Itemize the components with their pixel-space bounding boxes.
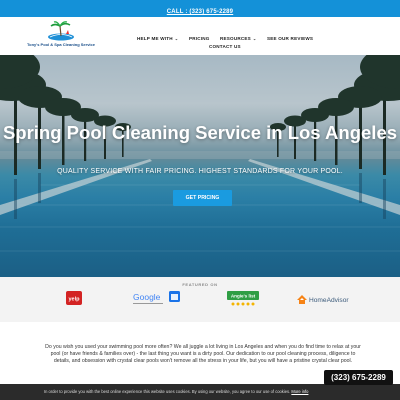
nav-label: HELP ME WITH [137,36,173,41]
nav-label: SEE OUR REVIEWS [267,36,314,41]
google-my-business-icon: Google [133,291,180,304]
site-logo[interactable]: Tony's Pool & Spa Cleaning Service [18,21,104,53]
chevron-down-icon: ⌄ [174,36,179,41]
call-bar: CALL : (323) 675-2289 [0,0,400,17]
nav-help-me-with[interactable]: HELP ME WITH ⌄ [137,36,178,41]
get-pricing-button[interactable]: GET PRICING [173,190,232,206]
nav-see-our-reviews[interactable]: SEE OUR REVIEWS [267,36,313,41]
homeadvisor-wordmark: HomeAdvisor [309,297,349,304]
floating-phone-button[interactable]: (323) 675-2289 [324,370,393,385]
cookie-text: In order to provide you with the best on… [44,389,291,394]
nav-label: RESOURCES [220,36,251,41]
intro-paragraph: Do you wish you used your swimming pool … [45,344,361,364]
featured-on-label: FEATURED ON [182,282,218,287]
google-wordmark: Google [133,292,161,302]
yelp-logo[interactable]: yelp [66,291,82,305]
nav-label: CONTACT US [209,44,241,49]
angies-list-logo[interactable]: Angie's list [227,290,259,308]
page: CALL : (323) 675-2289 Tony's Pool & Spa … [0,0,400,400]
cookie-more-info-link[interactable]: More info [291,389,308,394]
homeadvisor-icon: HomeAdvisor [297,295,349,304]
featured-on-section: FEATURED ON yelp Google Angie's list Hom… [0,277,400,322]
angies-list-wordmark: Angie's list [231,294,256,299]
nav-contact-us[interactable]: CONTACT US [209,44,241,49]
nav-pricing[interactable]: PRICING [189,36,210,41]
chevron-down-icon: ⌄ [252,36,257,41]
yelp-wordmark: yelp [68,297,80,303]
cookie-bar: In order to provide you with the best on… [0,384,400,400]
cookie-message: In order to provide you with the best on… [44,384,308,400]
hero-title: Spring Pool Cleaning Service in Los Ange… [2,122,398,143]
nav-resources[interactable]: RESOURCES ⌄ [220,36,256,41]
main-nav: HELP ME WITH ⌄ PRICING RESOURCES ⌄ SEE OUR… [128,35,328,55]
yelp-icon: yelp [66,291,82,305]
call-link[interactable]: CALL : (323) 675-2289 [167,9,233,15]
hero-section: Spring Pool Cleaning Service in Los Ange… [0,55,400,277]
angies-list-icon: Angie's list [227,291,259,306]
palm-tree-logo-icon [48,21,74,41]
logo-text: Tony's Pool & Spa Cleaning Service [26,42,95,47]
nav-label: PRICING [189,36,210,41]
hero-subtitle: QUALITY SERVICE WITH FAIR PRICING. HIGHE… [57,168,343,175]
pool-palms-background-image [0,55,400,252]
google-my-business-logo[interactable]: Google [133,291,183,307]
homeadvisor-logo[interactable]: HomeAdvisor [296,292,356,304]
site-header: Tony's Pool & Spa Cleaning Service HELP … [0,17,400,55]
